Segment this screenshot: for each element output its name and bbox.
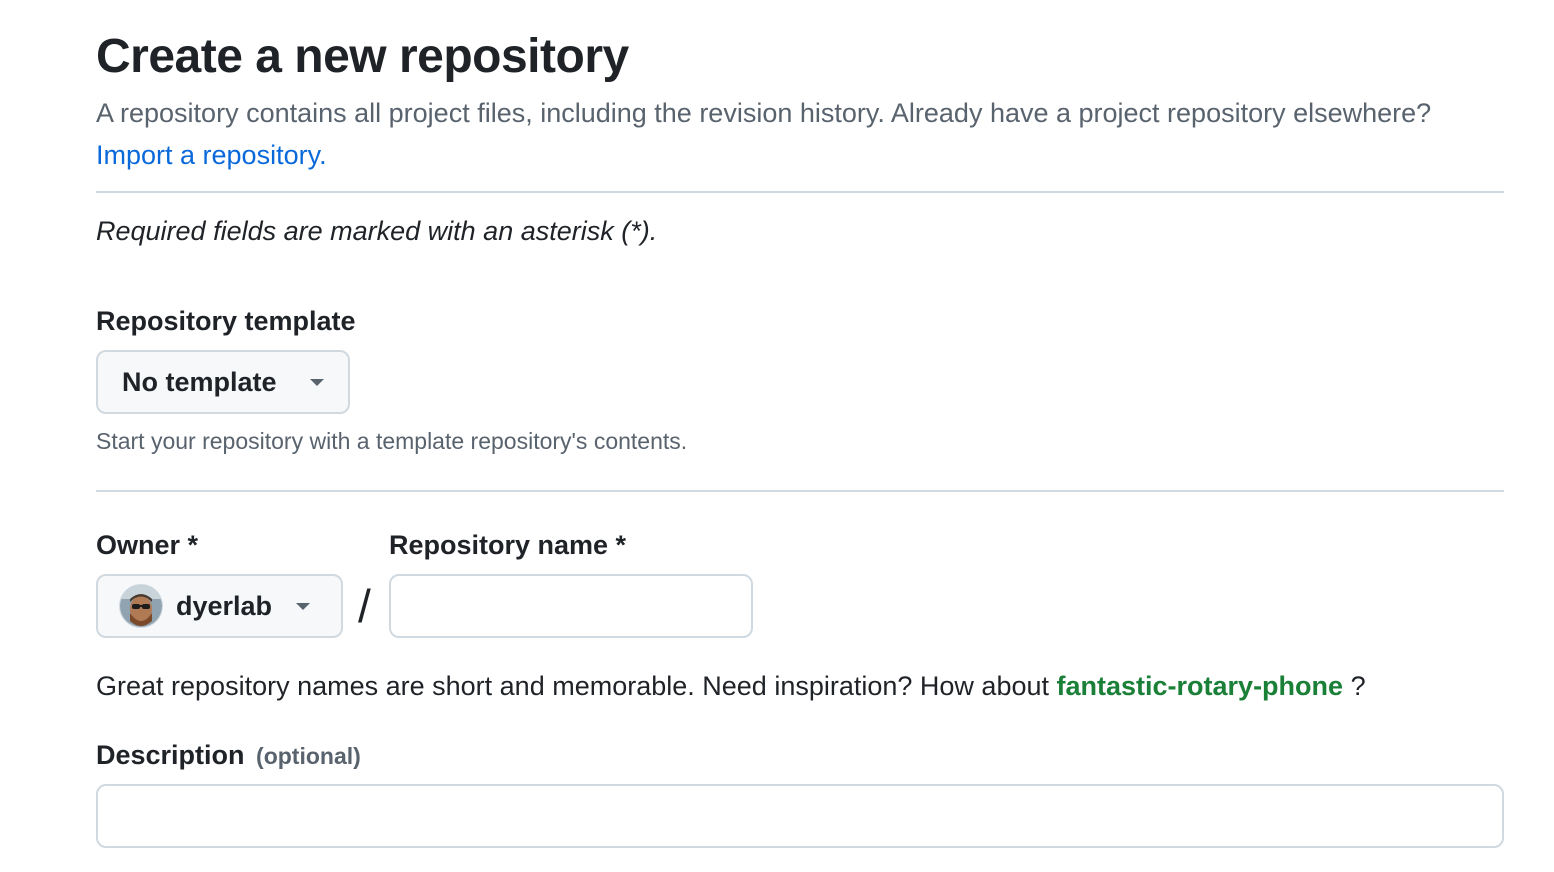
page-title: Create a new repository <box>96 30 629 83</box>
caret-down-icon <box>310 378 324 386</box>
owner-selected-label: dyerlab <box>176 590 273 621</box>
divider <box>96 191 1504 193</box>
repository-template-label: Repository template <box>96 306 356 336</box>
description-label: Description (optional) <box>96 736 361 775</box>
required-fields-note: Required fields are marked with an aster… <box>96 216 658 246</box>
description-label-text: Description <box>96 740 245 770</box>
repository-name-label: Repository name * <box>389 530 627 560</box>
description-input[interactable] <box>96 784 1504 848</box>
owner-repo-separator: / <box>358 580 371 632</box>
optional-tag: (optional) <box>256 743 361 769</box>
page-subtitle: A repository contains all project files,… <box>96 92 1476 176</box>
name-hint-suffix: ? <box>1350 671 1366 701</box>
repository-name-hint: Great repository names are short and mem… <box>96 667 1366 705</box>
subtitle-text: A repository contains all project files,… <box>96 98 1432 128</box>
owner-select-button[interactable]: dyerlab <box>96 574 343 638</box>
import-repository-link[interactable]: Import a repository. <box>96 140 327 170</box>
template-select-button[interactable]: No template <box>96 350 350 414</box>
name-suggestion-link[interactable]: fantastic-rotary-phone <box>1057 671 1344 701</box>
avatar <box>120 585 162 627</box>
template-hint: Start your repository with a template re… <box>96 428 688 454</box>
divider <box>96 490 1504 492</box>
caret-down-icon <box>296 602 311 610</box>
owner-label: Owner * <box>96 530 199 560</box>
repository-name-input[interactable] <box>389 574 753 638</box>
template-selected-label: No template <box>122 366 277 397</box>
name-hint-text: Great repository names are short and mem… <box>96 671 1049 701</box>
